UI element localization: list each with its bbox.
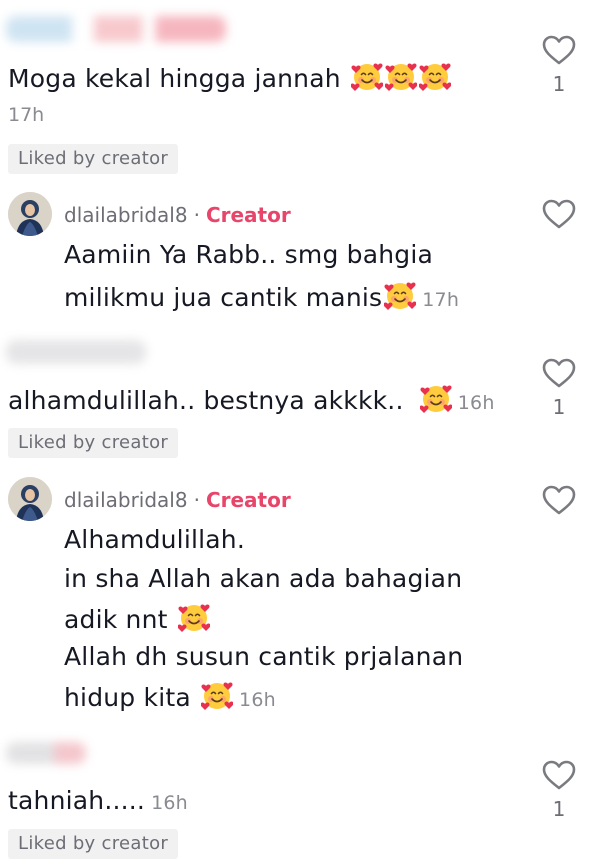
smiling-face-with-hearts-emoji [385, 60, 417, 92]
comment-time: 16h [239, 689, 276, 711]
smiling-face-with-hearts-emoji [420, 382, 452, 414]
liked-by-creator-badge: Liked by creator [8, 428, 179, 458]
reply-line-1: Alhamdulillah. [64, 525, 245, 554]
creator-label: Creator [205, 203, 291, 227]
smiling-face-with-hearts-emoji [419, 60, 451, 92]
heart-outline-icon[interactable] [541, 484, 577, 516]
smiling-face-with-hearts-emoji [351, 60, 383, 92]
comment-text: alhamdulillah.. bestnya akkkk.. 16h [8, 382, 495, 420]
creator-label: Creator [205, 488, 291, 512]
comment-text: Moga kekal hingga jannah [8, 60, 451, 96]
reply-header: dlailabridal8 · Creator [64, 203, 291, 227]
heart-outline-icon[interactable] [541, 357, 577, 389]
reply-header: dlailabridal8 · Creator [64, 488, 291, 512]
reply-line-5: hidup kita 16h [64, 679, 276, 717]
blurred-username [6, 16, 226, 42]
comment-time: 17h [422, 289, 460, 311]
comment-time: 16h [457, 392, 495, 414]
avatar[interactable] [8, 477, 52, 521]
like-count: 1 [552, 72, 566, 96]
smiling-face-with-hearts-emoji [201, 679, 233, 711]
reply-line-2: in sha Allah akan ada bahagian [64, 564, 463, 593]
comment-text: tahniah..... 16h [8, 786, 188, 815]
like-count: 1 [552, 395, 566, 419]
heart-outline-icon[interactable] [541, 198, 577, 230]
comment-time: 17h [8, 104, 45, 126]
smiling-face-with-hearts-emoji [178, 601, 210, 633]
reply-line-1: Aamiin Ya Rabb.. smg bahgia [64, 240, 434, 269]
smiling-face-with-hearts-emoji [384, 279, 416, 311]
liked-by-creator-badge: Liked by creator [8, 144, 179, 174]
like-count: 1 [552, 797, 566, 821]
reply-line-3: adik nnt [64, 601, 210, 637]
blurred-username [6, 340, 146, 364]
heart-outline-icon[interactable] [541, 34, 577, 66]
liked-by-creator-badge: Liked by creator [8, 829, 179, 859]
avatar[interactable] [8, 192, 52, 236]
username[interactable]: dlailabridal8 [64, 488, 188, 512]
username[interactable]: dlailabridal8 [64, 203, 188, 227]
heart-outline-icon[interactable] [541, 759, 577, 791]
reply-line-2: milikmu jua cantik manis 17h [64, 279, 459, 317]
blurred-username [6, 742, 86, 764]
reply-line-4: Allah dh susun cantik prjalanan [64, 642, 464, 671]
comment-time: 16h [151, 792, 188, 814]
